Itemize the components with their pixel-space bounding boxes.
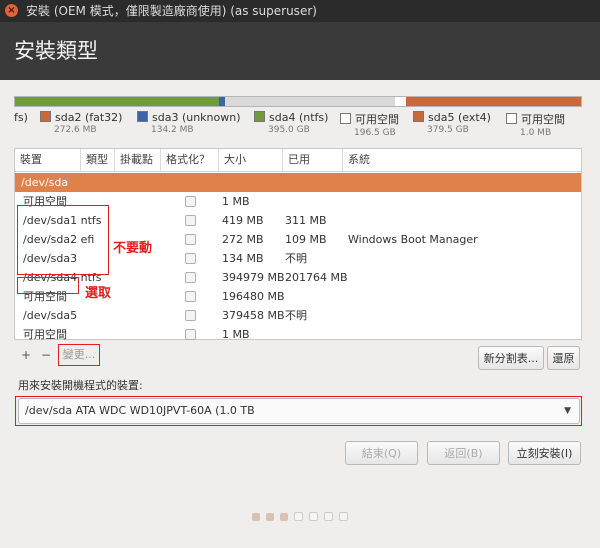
col-type[interactable]: 類型 [80,149,114,171]
row-size: 394979 MB [222,271,285,284]
col-size[interactable]: 大小 [218,149,282,171]
annotation-box-keep [17,205,109,275]
revert-button[interactable]: 還原 [547,346,580,370]
install-now-button[interactable]: 立刻安裝(I) [508,441,581,465]
legend-size: 134.2 MB [151,125,194,135]
progress-dots [0,506,600,521]
row-device: /dev/sda5 [23,309,78,322]
legend-item: 可用空間 1.0 MB [506,111,565,138]
row-used: 201764 MB [285,271,348,284]
progress-dot [324,512,333,521]
close-button[interactable]: × [5,4,18,17]
format-checkbox[interactable] [185,215,196,226]
new-partition-table-button[interactable]: 新分割表... [478,346,544,370]
legend-size: 196.5 GB [354,128,396,138]
row-size: 196480 MB [222,290,285,303]
legend-swatch [506,113,517,124]
row-size: 419 MB [222,214,264,227]
row-size: 272 MB [222,233,264,246]
legend-item: 可用空間 196.5 GB [340,111,399,138]
col-used[interactable]: 已用 [282,149,342,171]
legend-label: sda2 (fat32) [55,111,123,124]
group-label: /dev/sda [21,176,69,189]
col-mount[interactable]: 掛載點 [114,149,160,171]
annotation-do-not-touch: 不要動 [113,241,153,256]
bootloader-device-select[interactable]: /dev/sda ATA WDC WD10JPVT-60A (1.0 TB ▼ [18,398,580,424]
format-checkbox[interactable] [185,272,196,283]
annotation-box-select [17,277,79,294]
legend-label: 可用空間 [355,113,399,126]
progress-dot [266,513,274,521]
legend-swatch [340,113,351,124]
legend-item: fs) [14,111,28,124]
format-checkbox[interactable] [185,310,196,321]
legend-swatch [254,111,265,122]
partition-bar-segment [406,97,581,106]
back-button[interactable]: 返回(B) [427,441,500,465]
legend-item: sda5 (ext4) 379.5 GB [413,111,491,135]
bootloader-device-value: /dev/sda ATA WDC WD10JPVT-60A (1.0 TB [25,404,255,417]
change-partition-button[interactable]: 變更... [60,344,98,366]
col-device[interactable]: 裝置 [15,149,80,171]
row-device: 可用空間 [23,328,67,341]
progress-dot [280,513,288,521]
row-used: 不明 [285,252,307,265]
row-used: 109 MB [285,233,327,246]
col-system[interactable]: 系統 [342,149,581,171]
legend-item: sda4 (ntfs) 395.0 GB [254,111,328,135]
legend-label: sda5 (ext4) [428,111,491,124]
partition-legend: fs) sda2 (fat32) 272.6 MB sda3 (unknown) 134… [0,111,600,145]
progress-dot [294,512,303,521]
chevron-down-icon: ▼ [564,406,571,416]
partition-bar-segment [15,97,219,106]
legend-swatch [137,111,148,122]
table-header: 裝置 類型 掛載點 格式化？ 大小 已用 系統 [15,149,581,172]
format-checkbox[interactable] [185,329,196,340]
legend-size: 272.6 MB [54,125,97,135]
row-size: 1 MB [222,328,250,341]
partition-bar [14,96,582,107]
legend-size: 395.0 GB [268,125,310,135]
progress-dot [252,513,260,521]
table-row[interactable]: /dev/sda5 379458 MB 不明 [15,306,581,325]
legend-item: sda3 (unknown) 134.2 MB [137,111,241,135]
add-partition-button[interactable]: + [18,344,34,366]
legend-label: fs) [14,111,28,124]
partition-bar-segment [225,97,395,106]
legend-swatch [413,111,424,122]
row-used: 不明 [285,309,307,322]
legend-size: 379.5 GB [427,125,469,135]
progress-dot [309,512,318,521]
format-checkbox[interactable] [185,234,196,245]
window-titlebar: × 安裝 (OEM 模式，僅限製造廠商使用) (as superuser) [0,0,600,22]
table-row[interactable]: 可用空間 1 MB [15,325,581,344]
main-content: fs) sda2 (fat32) 272.6 MB sda3 (unknown) 134… [0,80,600,548]
table-group-row[interactable]: /dev/sda [15,173,581,192]
page-title: 安裝類型 [14,39,98,63]
format-checkbox[interactable] [185,253,196,264]
format-checkbox[interactable] [185,291,196,302]
row-size: 379458 MB [222,309,285,322]
annotation-select: 選取 [85,286,112,301]
legend-label: sda4 (ntfs) [269,111,329,124]
format-checkbox[interactable] [185,196,196,207]
legend-label: 可用空間 [521,113,565,126]
bootloader-label: 用來安裝開機程式的裝置: [18,379,143,392]
partition-bar-segment [395,97,406,106]
legend-item: sda2 (fat32) 272.6 MB [40,111,122,135]
row-used: 311 MB [285,214,327,227]
progress-dot [339,512,348,521]
legend-swatch [40,111,51,122]
row-size: 134 MB [222,252,264,265]
quit-button[interactable]: 結束(Q) [345,441,418,465]
window-title: 安裝 (OEM 模式，僅限製造廠商使用) (as superuser) [26,4,317,18]
legend-size: 1.0 MB [520,128,552,138]
row-size: 1 MB [222,195,250,208]
remove-partition-button[interactable]: − [38,344,54,366]
row-system: Windows Boot Manager [348,233,478,246]
legend-label: sda3 (unknown) [152,111,241,124]
col-format[interactable]: 格式化？ [160,149,218,171]
page-header: 安裝類型 [0,22,600,80]
